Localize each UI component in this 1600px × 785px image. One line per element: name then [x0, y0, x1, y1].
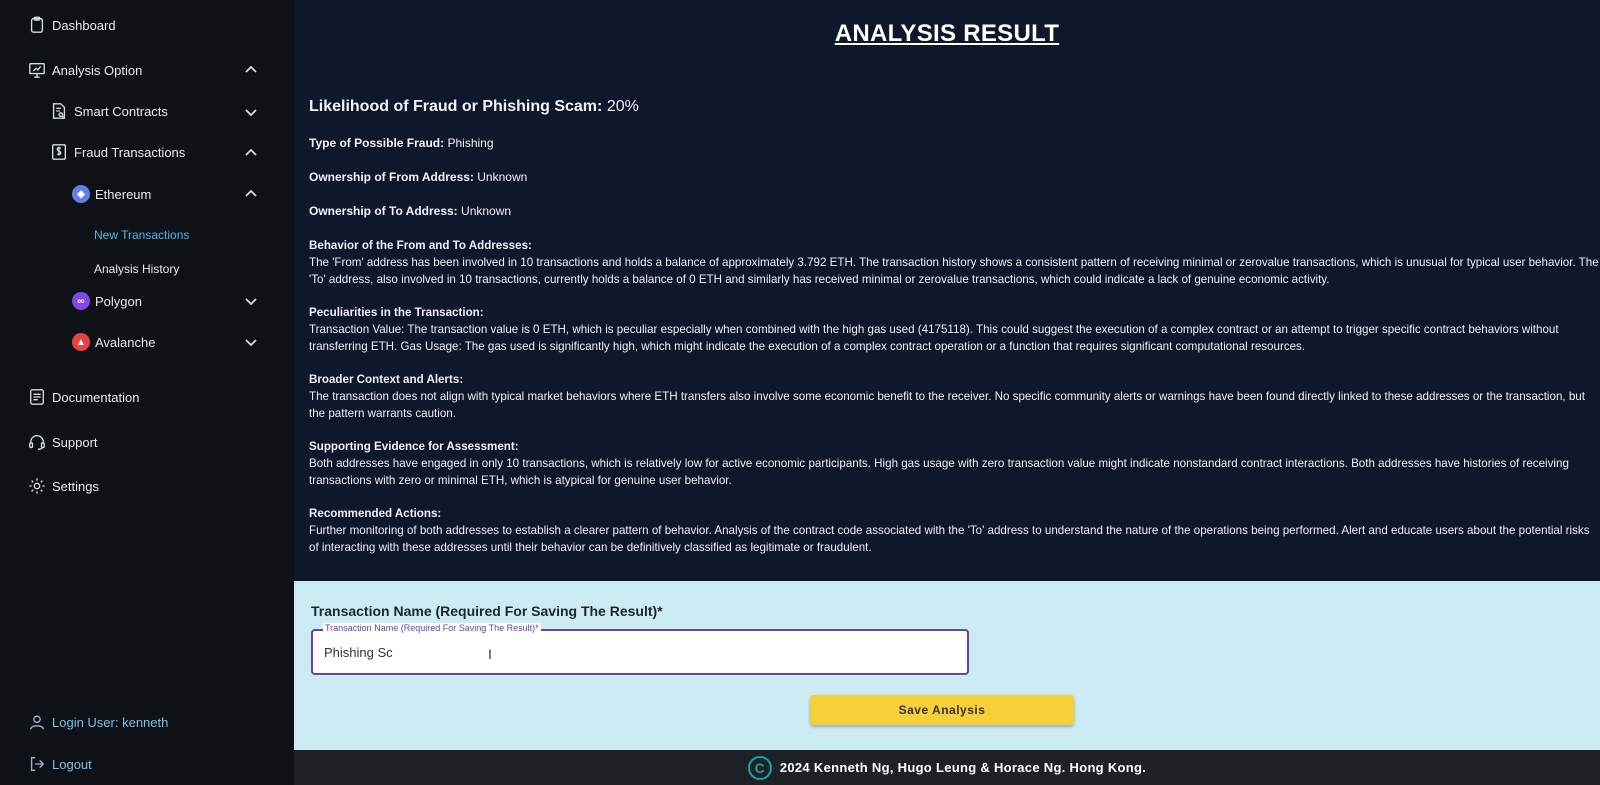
ethereum-icon: ◆ [72, 185, 90, 203]
nav-smart-contracts-label: Smart Contracts [74, 103, 168, 119]
likelihood-line: Likelihood of Fraud or Phishing Scam: 20… [309, 98, 639, 116]
section-heading: Broader Context and Alerts: [309, 373, 464, 386]
nav-polygon[interactable]: ∞ Polygon [72, 292, 142, 310]
from-owner-value: Unknown [477, 170, 528, 184]
nav-smart-contracts[interactable]: Smart Contracts [50, 102, 168, 120]
nav-ethereum-label: Ethereum [95, 186, 152, 202]
nav-avalanche[interactable]: ▲ Avalanche [72, 333, 155, 351]
nav-analysis-history[interactable]: Analysis History [94, 262, 179, 276]
to-owner-label: Ownership of To Address: [309, 204, 458, 218]
fraud-type-line: Type of Possible Fraud: Phishing [309, 136, 494, 150]
section-heading: Supporting Evidence for Assessment: [309, 440, 519, 453]
peculiarities-section: Peculiarities in the Transaction: Transa… [309, 304, 1599, 355]
to-owner-line: Ownership of To Address: Unknown [309, 204, 511, 218]
transaction-name-legend: Transaction Name (Required For Saving Th… [323, 623, 541, 633]
document-search-icon [50, 102, 68, 120]
chevron-up-icon[interactable] [244, 146, 258, 160]
nav-fraud-transactions-label: Fraud Transactions [74, 144, 186, 160]
save-analysis-button[interactable]: Save Analysis [810, 695, 1074, 725]
nav-analysis-option-label: Analysis Option [52, 62, 143, 78]
chevron-up-icon[interactable] [244, 187, 258, 201]
to-owner-value: Unknown [461, 204, 512, 218]
sidebar: Dashboard Analysis Option Smart Contract… [0, 0, 294, 785]
clipboard-icon [28, 16, 46, 34]
from-owner-line: Ownership of From Address: Unknown [309, 170, 527, 184]
nav-dashboard-label: Dashboard [52, 17, 116, 33]
gear-icon [28, 477, 46, 495]
nav-settings[interactable]: Settings [28, 477, 99, 495]
section-heading: Behavior of the From and To Addresses: [309, 239, 532, 252]
avalanche-icon: ▲ [72, 333, 90, 351]
actions-section: Recommended Actions: Further monitoring … [309, 505, 1599, 556]
headset-icon [28, 433, 46, 451]
section-body: The transaction does not align with typi… [309, 390, 1585, 420]
from-owner-label: Ownership of From Address: [309, 170, 474, 184]
dollar-document-icon [50, 143, 68, 161]
document-icon [28, 388, 46, 406]
chevron-up-icon[interactable] [244, 63, 258, 77]
fraud-type-value: Phishing [447, 136, 494, 150]
logout-link[interactable]: Logout [28, 755, 92, 773]
behavior-section: Behavior of the From and To Addresses: T… [309, 237, 1599, 288]
presentation-chart-icon [28, 61, 46, 79]
user-icon [28, 713, 46, 731]
transaction-name-input[interactable] [324, 645, 924, 660]
chevron-down-icon[interactable] [244, 105, 258, 119]
footer-text: 2024 Kenneth Ng, Hugo Leung & Horace Ng.… [779, 760, 1147, 775]
login-user: Login User: kenneth [28, 713, 168, 731]
copyright-icon: C [747, 755, 772, 780]
text-cursor-icon: I [488, 646, 492, 662]
nav-dashboard[interactable]: Dashboard [28, 16, 116, 34]
section-heading: Recommended Actions: [309, 507, 442, 520]
nav-new-transactions[interactable]: New Transactions [94, 228, 189, 242]
nav-documentation-label: Documentation [52, 389, 140, 405]
evidence-section: Supporting Evidence for Assessment: Both… [309, 438, 1599, 489]
nav-fraud-transactions[interactable]: Fraud Transactions [50, 143, 185, 161]
nav-support-label: Support [52, 434, 98, 450]
section-body: The 'From' address has been involved in … [309, 256, 1599, 286]
nav-polygon-label: Polygon [95, 293, 142, 309]
transaction-name-label: Transaction Name (Required For Saving Th… [311, 603, 663, 619]
page-title: ANALYSIS RESULT [834, 20, 1060, 47]
nav-settings-label: Settings [52, 478, 99, 494]
likelihood-value: 20% [606, 98, 639, 115]
footer: C 2024 Kenneth Ng, Hugo Leung & Horace N… [294, 750, 1600, 785]
chevron-down-icon[interactable] [244, 294, 258, 308]
nav-analysis-option[interactable]: Analysis Option [28, 61, 142, 79]
likelihood-label: Likelihood of Fraud or Phishing Scam: [309, 98, 603, 115]
section-body: Transaction Value: The transaction value… [309, 323, 1559, 353]
save-panel: Transaction Name (Required For Saving Th… [294, 581, 1600, 750]
nav-support[interactable]: Support [28, 433, 98, 451]
nav-avalanche-label: Avalanche [95, 334, 156, 350]
transaction-name-field[interactable]: Transaction Name (Required For Saving Th… [311, 623, 969, 675]
analysis-result-panel: ANALYSIS RESULT Likelihood of Fraud or P… [294, 0, 1600, 581]
logout-label: Logout [52, 756, 92, 772]
section-body: Both addresses have engaged in only 10 t… [309, 457, 1569, 487]
logout-icon [28, 755, 46, 773]
section-heading: Peculiarities in the Transaction: [309, 306, 484, 319]
polygon-icon: ∞ [72, 292, 90, 310]
context-section: Broader Context and Alerts: The transact… [309, 371, 1599, 422]
login-user-label: Login User: kenneth [52, 714, 169, 730]
nav-documentation[interactable]: Documentation [28, 388, 139, 406]
nav-ethereum[interactable]: ◆ Ethereum [72, 185, 151, 203]
section-body: Further monitoring of both addresses to … [309, 524, 1590, 554]
fraud-type-label: Type of Possible Fraud: [309, 136, 445, 150]
chevron-down-icon[interactable] [244, 335, 258, 349]
